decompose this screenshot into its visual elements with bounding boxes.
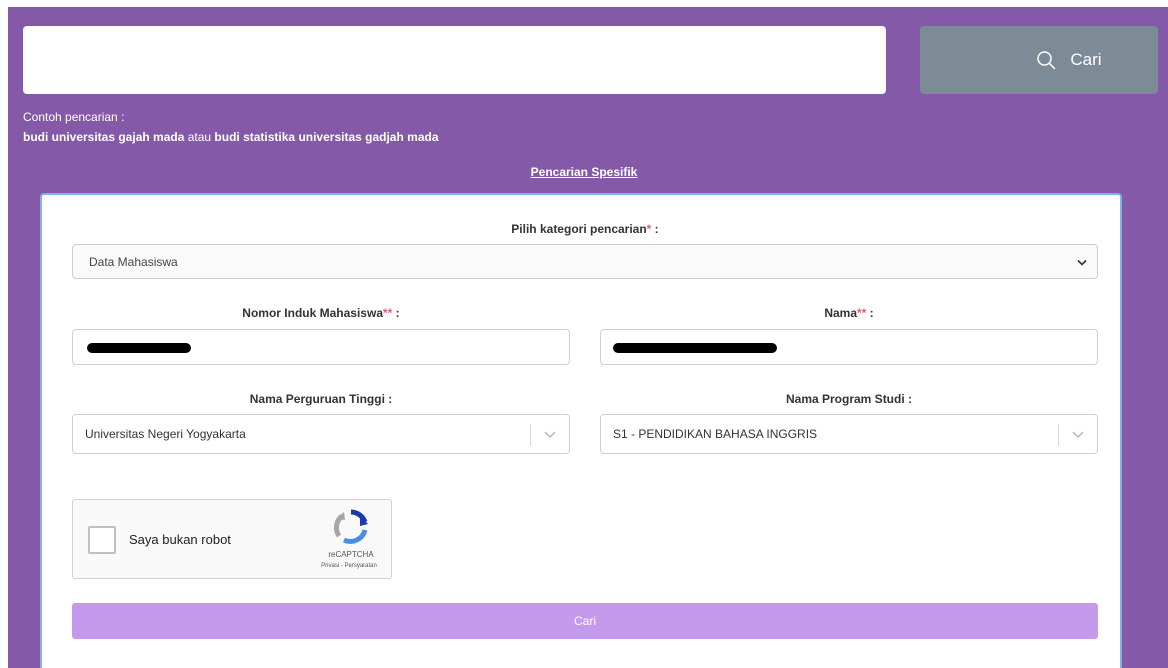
example-query-1: budi universitas gajah mada (23, 130, 185, 144)
required-mark: ** (857, 306, 867, 320)
submit-button[interactable]: Cari (72, 603, 1098, 639)
nim-input[interactable] (72, 329, 570, 365)
recaptcha-label: Saya bukan robot (129, 532, 231, 547)
example-line: budi universitas gajah mada atau budi st… (23, 130, 439, 144)
category-label-colon: : (651, 222, 659, 236)
chevron-down-icon (1077, 259, 1087, 266)
nama-input[interactable] (600, 329, 1098, 365)
category-label-text: Pilih kategori pencarian (511, 222, 647, 236)
program-studi-select[interactable]: S1 - PENDIDIKAN BAHASA INGGRIS (600, 414, 1098, 454)
chevron-down-icon (544, 431, 556, 438)
category-select-value: Data Mahasiswa (89, 254, 178, 269)
perguruan-tinggi-value: Universitas Negeri Yogyakarta (85, 427, 246, 441)
nim-label-text: Nomor Induk Mahasiswa (242, 306, 383, 320)
recaptcha-widget: Saya bukan robot reCAPTCHA Privasi - Per… (72, 499, 392, 579)
required-mark: ** (383, 306, 393, 320)
chevron-down-icon (1072, 431, 1084, 438)
recaptcha-brand: reCAPTCHA (328, 550, 374, 559)
redacted-value (613, 343, 777, 353)
example-query-2: budi statistika universitas gadjah mada (214, 130, 439, 144)
nama-label-colon: : (866, 306, 874, 320)
nama-label: Nama** : (600, 306, 1098, 320)
search-icon (1037, 51, 1056, 70)
specific-search-link[interactable]: Pencarian Spesifik (0, 165, 1168, 179)
nama-label-text: Nama (824, 306, 857, 320)
search-button-label: Cari (1070, 50, 1102, 69)
category-select[interactable]: Data Mahasiswa (72, 244, 1098, 279)
dropdown-separator (1058, 424, 1059, 446)
category-label: Pilih kategori pencarian* : (72, 222, 1098, 236)
recaptcha-checkbox[interactable] (88, 526, 116, 554)
nim-label-colon: : (392, 306, 400, 320)
example-label: Contoh pencarian : (23, 110, 125, 124)
nim-label: Nomor Induk Mahasiswa** : (72, 306, 570, 320)
recaptcha-logo-icon (333, 509, 368, 544)
perguruan-tinggi-select[interactable]: Universitas Negeri Yogyakarta (72, 414, 570, 454)
example-connector: atau (184, 130, 215, 144)
program-studi-value: S1 - PENDIDIKAN BAHASA INGGRIS (613, 427, 818, 441)
recaptcha-links[interactable]: Privasi - Persyaratan (309, 563, 389, 569)
program-studi-label: Nama Program Studi : (785, 392, 913, 406)
search-button[interactable]: Cari (920, 26, 1158, 94)
dropdown-separator (530, 424, 531, 446)
search-input[interactable] (23, 26, 886, 94)
perguruan-tinggi-label: Nama Perguruan Tinggi : (249, 392, 393, 406)
redacted-value (87, 343, 191, 353)
